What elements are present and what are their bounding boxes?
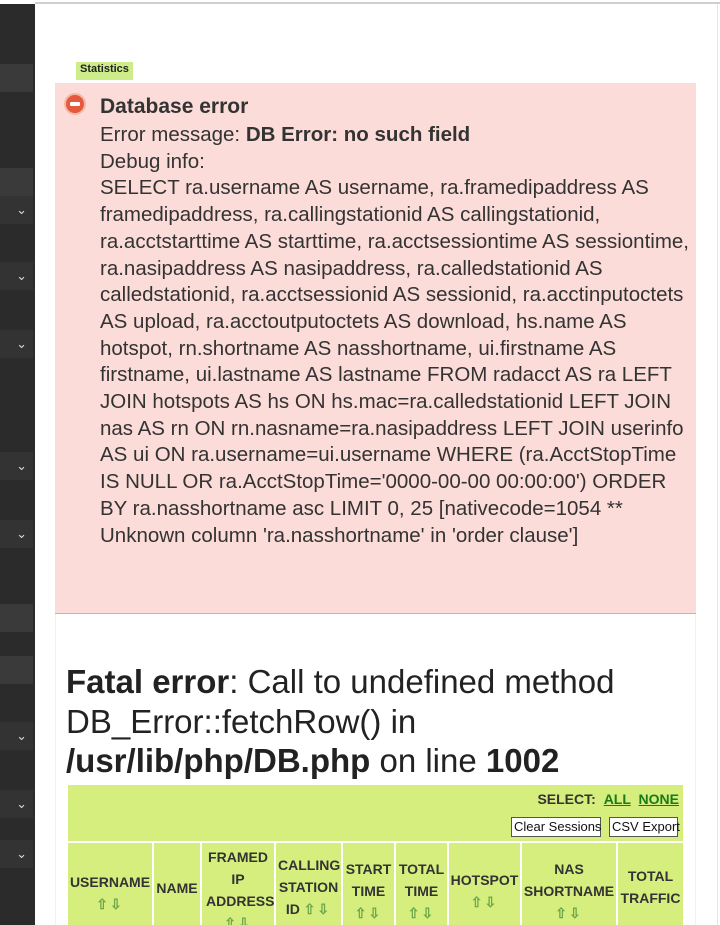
error-message-value: DB Error: no such field <box>245 123 471 146</box>
select-none-link[interactable]: NONE <box>639 791 679 807</box>
chevron-down-icon[interactable]: ⌄ <box>0 262 33 290</box>
chevron-down-icon[interactable]: ⌄ <box>0 790 33 818</box>
col-header-label: FRAMED IP ADDRESS <box>206 849 274 909</box>
chevron-down-icon[interactable]: ⌄ <box>0 840 33 868</box>
debug-text: SELECT ra.username AS username, ra.frame… <box>100 176 690 547</box>
col-header-label: START TIME <box>345 861 392 899</box>
col-header-calling-station[interactable]: CALLING STATION ID ⇧⇩ <box>276 843 341 925</box>
fatal-on-line: on line <box>370 742 486 779</box>
sidebar-item[interactable] <box>0 604 33 632</box>
col-header-label: TOTAL TRAFFIC <box>620 868 681 906</box>
select-label: SELECT: <box>537 791 596 807</box>
sidebar-item[interactable] <box>0 656 33 684</box>
sidebar: ⌄ ⌄ ⌄ ⌄ ⌄ ⌄ ⌄ ⌄ <box>0 4 35 925</box>
sort-arrows-icon[interactable]: ⇧⇩ <box>522 902 616 924</box>
col-header-label: HOTSPOT <box>450 872 519 888</box>
error-title: Database error <box>100 95 249 118</box>
col-header-total-traffic[interactable]: TOTAL TRAFFIC <box>618 843 683 925</box>
chevron-down-icon[interactable]: ⌄ <box>0 452 33 480</box>
content-border <box>717 4 718 925</box>
fatal-line-number: 1002 <box>485 742 560 779</box>
table-toolbar: SELECT: ALL NONE Clear Sessions CSV Expo… <box>68 785 683 841</box>
chevron-down-icon[interactable]: ⌄ <box>0 520 33 548</box>
col-header-label: USERNAME <box>69 874 151 890</box>
sort-arrows-icon[interactable]: ⇧⇩ <box>68 893 152 915</box>
clear-sessions-button[interactable]: Clear Sessions <box>511 817 601 837</box>
col-header-label: TOTAL TIME <box>398 861 445 899</box>
sort-arrows-icon[interactable]: ⇧⇩ <box>449 891 520 913</box>
top-border <box>35 2 720 4</box>
col-header-label: NAS SHORTNAME <box>523 861 615 899</box>
chevron-down-icon[interactable]: ⌄ <box>0 196 33 224</box>
col-header-total-time[interactable]: TOTAL TIME ⇧⇩ <box>396 843 447 925</box>
fatal-error: Fatal error: Call to undefined method DB… <box>66 662 706 781</box>
error-icon <box>64 93 86 115</box>
col-header-framed-ip[interactable]: FRAMED IP ADDRESS ⇧⇩ <box>202 843 274 925</box>
col-header-label: NAME <box>156 880 198 896</box>
fatal-label: Fatal error <box>66 663 230 700</box>
statistics-tab[interactable]: Statistics <box>76 62 133 80</box>
chevron-down-icon[interactable]: ⌄ <box>0 722 33 750</box>
col-header-name[interactable]: NAME <box>154 843 200 925</box>
sidebar-item[interactable] <box>0 64 33 92</box>
debug-label: Debug info: <box>100 149 205 173</box>
col-header-hotspot[interactable]: HOTSPOT ⇧⇩ <box>449 843 520 925</box>
chevron-down-icon[interactable]: ⌄ <box>0 330 33 358</box>
select-all-link[interactable]: ALL <box>604 791 631 807</box>
col-header-start-time[interactable]: START TIME ⇧⇩ <box>343 843 394 925</box>
sort-arrows-icon[interactable]: ⇧⇩ <box>304 901 331 917</box>
csv-export-button[interactable]: CSV Export <box>609 817 680 837</box>
select-controls: SELECT: ALL NONE <box>537 791 679 807</box>
sort-arrows-icon[interactable]: ⇧⇩ <box>345 902 392 924</box>
error-body: Error message: DB Error: no such field D… <box>100 122 690 549</box>
col-header-nas-shortname[interactable]: NAS SHORTNAME ⇧⇩ <box>522 843 616 925</box>
col-header-username[interactable]: USERNAME ⇧⇩ <box>68 843 152 925</box>
fatal-file: /usr/lib/php/DB.php <box>66 742 371 779</box>
sort-arrows-icon[interactable]: ⇧⇩ <box>398 902 445 924</box>
sidebar-item[interactable] <box>0 168 33 196</box>
error-message-label: Error message: <box>100 123 246 146</box>
sort-arrows-icon[interactable]: ⇧⇩ <box>206 912 270 925</box>
